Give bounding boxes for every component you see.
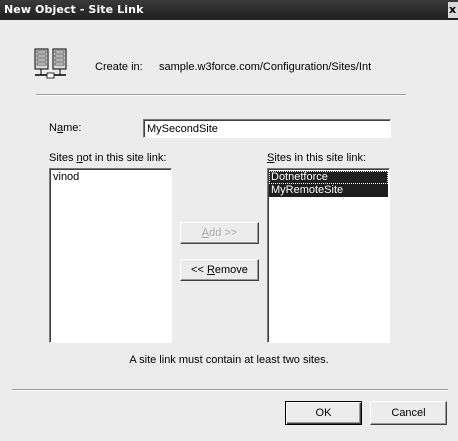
list-item[interactable]: vinod xyxy=(51,171,170,184)
name-label-pre: N xyxy=(49,122,57,134)
close-button[interactable]: x xyxy=(448,2,458,18)
name-input[interactable] xyxy=(143,119,391,138)
remove-button-pre: << xyxy=(191,264,207,276)
name-label-post: me: xyxy=(63,122,82,134)
new-object-site-link-dialog: New Object - Site Link x Create in: samp… xyxy=(0,0,458,441)
sites-not-in-label: Sites not in this site link: xyxy=(49,152,166,164)
remove-button-post: emove xyxy=(214,264,248,276)
list-item[interactable]: Dotnetforce xyxy=(269,171,388,184)
remove-button[interactable]: << Remove xyxy=(180,259,259,281)
sites-not-in-listbox[interactable]: vinod xyxy=(49,168,172,343)
list-item[interactable]: MyRemoteSite xyxy=(269,184,388,197)
name-label: Name: xyxy=(49,122,81,134)
title-bar[interactable]: New Object - Site Link x xyxy=(0,0,458,20)
remove-button-accel: R xyxy=(206,264,215,276)
site-link-icon xyxy=(34,48,67,79)
bottom-separator xyxy=(12,389,448,391)
top-separator xyxy=(36,94,406,96)
add-button[interactable]: Add >> xyxy=(180,222,259,244)
ok-button[interactable]: OK xyxy=(285,401,362,425)
site-count-notice: A site link must contain at least two si… xyxy=(129,354,329,366)
sites-in-label: Sites in this site link: xyxy=(267,152,366,164)
sites-not-in-label-post: ot in this site link: xyxy=(82,152,167,164)
add-button-accel: A xyxy=(201,227,210,239)
window-title: New Object - Site Link xyxy=(4,3,144,16)
sites-in-label-post: ites in this site link: xyxy=(274,152,367,164)
add-button-post: dd >> xyxy=(209,227,238,239)
sites-not-in-label-pre: Sites xyxy=(49,152,77,164)
sites-in-listbox[interactable]: Dotnetforce MyRemoteSite xyxy=(267,168,390,343)
create-in-path: sample.w3force.com/Configuration/Sites/I… xyxy=(159,61,372,73)
cancel-button[interactable]: Cancel xyxy=(370,401,447,425)
create-in-label: Create in: xyxy=(95,61,143,73)
